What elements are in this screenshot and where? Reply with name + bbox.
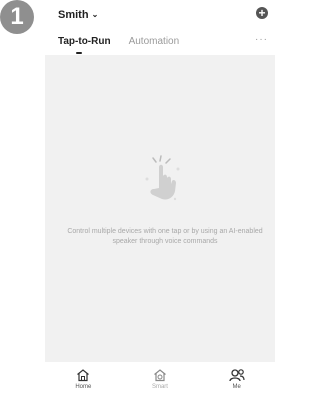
nav-smart-label: Smart — [151, 384, 168, 390]
home-selector[interactable]: Smith ⌄ — [58, 9, 98, 21]
tab-tap-to-run[interactable]: Tap-to-Run — [58, 36, 111, 54]
nav-home[interactable]: Home — [58, 368, 108, 390]
step-number-badge: 1 — [0, 0, 34, 34]
nav-smart[interactable]: Smart — [135, 368, 185, 390]
empty-state-message: Control multiple devices with one tap or… — [67, 228, 263, 245]
more-options-button[interactable]: ··· — [255, 34, 268, 45]
app-screen: Smith ⌄ + Tap-to-Run Automation ··· Cont… — [45, 0, 275, 402]
add-scene-button[interactable]: + — [256, 7, 268, 19]
scene-tabs: Tap-to-Run Automation — [58, 36, 180, 54]
bottom-navigation: Home Smart Me — [45, 362, 275, 402]
me-icon — [228, 369, 245, 382]
top-bar: Smith ⌄ + Tap-to-Run Automation ··· — [45, 0, 275, 55]
plus-icon: + — [258, 6, 266, 20]
chevron-down-icon: ⌄ — [91, 9, 99, 19]
tap-hand-icon — [142, 155, 182, 212]
nav-home-label: Home — [75, 384, 92, 390]
nav-me[interactable]: Me — [212, 368, 262, 390]
scene-list-area: Control multiple devices with one tap or… — [45, 55, 275, 362]
nav-me-label: Me — [232, 384, 241, 390]
home-name: Smith — [58, 9, 89, 21]
tab-automation[interactable]: Automation — [129, 36, 180, 47]
smart-icon — [154, 369, 166, 382]
home-icon — [77, 369, 90, 382]
